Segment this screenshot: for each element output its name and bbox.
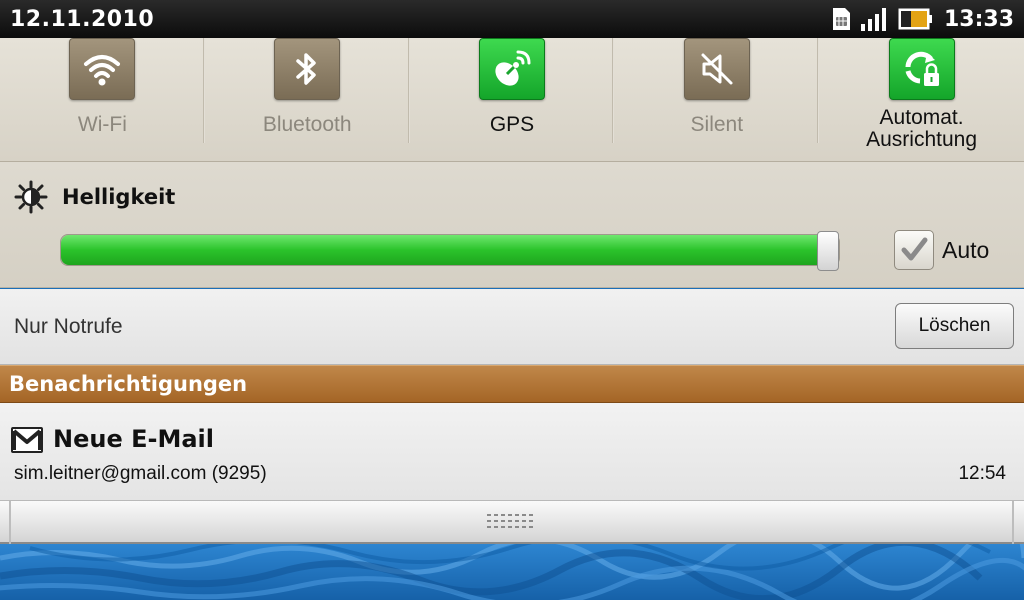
wifi-toggle-tile[interactable]	[69, 38, 136, 100]
bluetooth-icon	[296, 53, 316, 85]
toggle-auto-rotate-label: Automat. Ausrichtung	[866, 107, 977, 151]
carrier-status-text: Nur Notrufe	[14, 315, 123, 338]
notification-item[interactable]: Neue E-Mail sim.leitner@gmail.com (9295)…	[0, 403, 1024, 501]
notifications-header: Benachrichtigungen	[0, 365, 1024, 403]
toggle-wifi[interactable]: Wi-Fi	[0, 38, 205, 161]
toggle-auto-rotate-label-line2: Ausrichtung	[866, 128, 978, 151]
toggle-bluetooth[interactable]: Bluetooth	[205, 38, 410, 161]
wifi-icon	[84, 55, 121, 86]
toggle-wifi-label: Wi-Fi	[77, 113, 127, 136]
auto-rotate-lock-icon	[905, 51, 939, 86]
status-time: 13:33	[943, 6, 1014, 32]
gps-icon	[495, 50, 531, 86]
brightness-header: Helligkeit	[14, 180, 175, 214]
toggle-auto-rotate[interactable]: Automat. Ausrichtung	[819, 38, 1024, 161]
status-icons: 13:33	[830, 6, 1014, 32]
silent-toggle-tile[interactable]	[683, 38, 750, 100]
auto-brightness-checkbox[interactable]	[894, 230, 934, 270]
auto-rotate-toggle-tile[interactable]	[888, 38, 955, 100]
gps-toggle-tile[interactable]	[478, 38, 545, 100]
handle-left-edge	[9, 501, 11, 544]
status-bar: 12.11.2010 13:33	[0, 0, 1024, 38]
brightness-sun-icon	[14, 180, 48, 214]
checkmark-icon	[901, 237, 928, 261]
toggle-bluetooth-label: Bluetooth	[262, 113, 352, 136]
notification-time: 12:54	[958, 463, 1006, 484]
notification-detail: sim.leitner@gmail.com (9295)	[14, 463, 267, 484]
brightness-slider-thumb[interactable]	[817, 231, 839, 271]
toggle-silent-label: Silent	[690, 113, 744, 136]
speaker-muted-icon	[701, 53, 733, 85]
brightness-title: Helligkeit	[62, 185, 176, 209]
notification-title: Neue E-Mail	[53, 425, 214, 453]
toggle-gps-label: GPS	[489, 113, 535, 136]
drag-grip-icon	[487, 514, 533, 528]
carrier-row: Nur Notrufe Löschen	[0, 289, 1024, 365]
status-date: 12.11.2010	[10, 6, 155, 32]
toggle-silent[interactable]: Silent	[614, 38, 819, 161]
brightness-panel: Helligkeit	[0, 162, 1024, 288]
gmail-icon	[11, 427, 43, 453]
brightness-slider-fill	[61, 235, 839, 265]
home-wallpaper	[0, 544, 1024, 600]
signal-strength-icon	[860, 8, 886, 31]
clear-notifications-button[interactable]: Löschen	[895, 303, 1014, 349]
auto-brightness-label: Auto	[942, 236, 990, 263]
notification-shade-handle[interactable]	[0, 501, 1024, 544]
quick-settings-toggles: Wi-Fi Bluetooth GPS Silent Automat. Ausr…	[0, 38, 1024, 162]
sim-card-icon	[832, 8, 850, 30]
brightness-slider[interactable]	[60, 231, 840, 271]
toggle-auto-rotate-label-line1: Automat.	[879, 106, 964, 129]
auto-brightness[interactable]: Auto	[894, 230, 989, 270]
bluetooth-toggle-tile[interactable]	[274, 38, 341, 100]
toggle-gps[interactable]: GPS	[410, 38, 615, 161]
battery-icon	[898, 8, 932, 30]
sand-dunes-wallpaper	[0, 544, 1024, 600]
handle-right-edge	[1012, 501, 1014, 544]
